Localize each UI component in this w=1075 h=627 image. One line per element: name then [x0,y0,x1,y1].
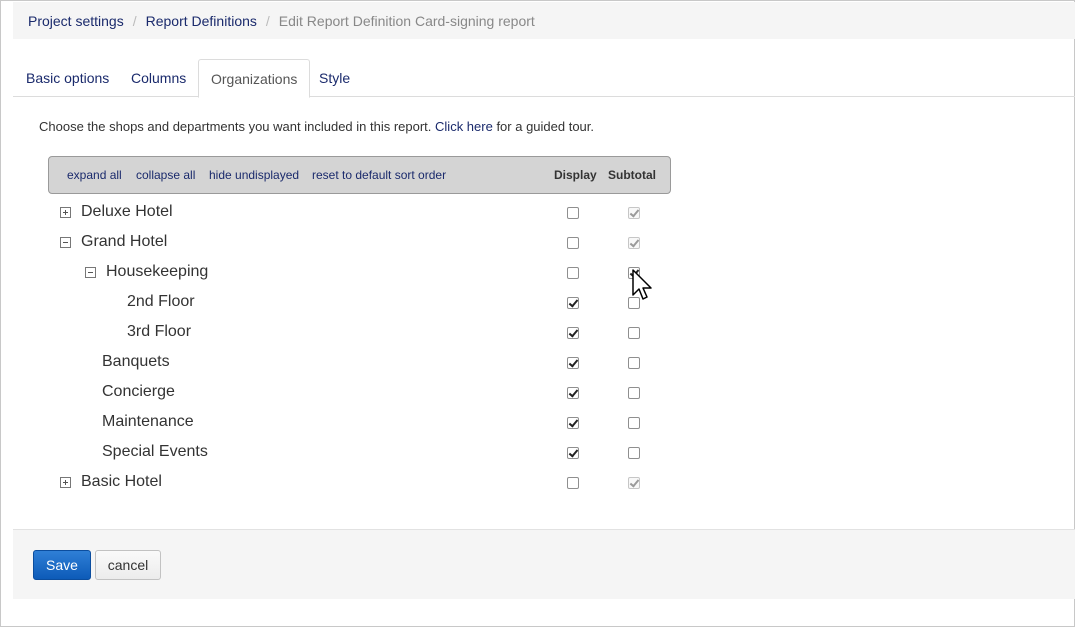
expand-all-link[interactable]: expand all [67,168,122,182]
subtotal-checkbox[interactable] [628,387,640,399]
display-column-header: Display [554,168,597,182]
subtotal-checkbox [628,237,640,249]
display-checkbox[interactable] [567,357,579,369]
breadcrumb-report-definitions[interactable]: Report Definitions [146,13,257,29]
tree-toolbar: expand all collapse all hide undisplayed… [48,156,671,194]
tree-node-label: Housekeeping [106,263,209,280]
tree-node-label: Concierge [102,383,175,400]
cancel-button[interactable]: cancel [95,550,161,580]
reset-sort-order-link[interactable]: reset to default sort order [312,168,446,182]
display-checkbox[interactable] [567,387,579,399]
display-checkbox[interactable] [567,207,579,219]
breadcrumb-separator: / [132,12,137,29]
tree-row: Banquets [1,349,701,379]
subtotal-checkbox [628,207,640,219]
tree-row: Maintenance [1,409,701,439]
collapse-node-icon[interactable] [85,267,96,278]
subtotal-checkbox[interactable] [628,357,640,369]
subtotal-checkbox [628,477,640,489]
tree-node-label: Special Events [102,443,208,460]
mouse-pointer-icon [632,269,652,300]
tree-node-label: Maintenance [102,413,194,430]
tab-organizations[interactable]: Organizations [198,59,311,98]
breadcrumb-current: Edit Report Definition Card-signing repo… [278,12,535,29]
display-checkbox[interactable] [567,327,579,339]
display-checkbox[interactable] [567,447,579,459]
tab-basic-options[interactable]: Basic options [26,59,109,97]
guided-tour-link[interactable]: Click here [435,119,493,134]
tree-node-label: Banquets [102,353,170,370]
save-button[interactable]: Save [33,550,91,580]
tree-row: Special Events [1,439,701,469]
tree-row: Deluxe Hotel [1,199,701,229]
collapse-all-link[interactable]: collapse all [136,168,195,182]
display-checkbox[interactable] [567,297,579,309]
form-footer: Save cancel [13,529,1075,599]
tree-node-label: Basic Hotel [81,473,162,490]
tree-row: Concierge [1,379,701,409]
tab-bar: Basic options Columns Organizations Styl… [13,59,1075,98]
breadcrumb-separator: / [265,12,270,29]
tree-row: Housekeeping [1,259,701,289]
breadcrumb-project-settings[interactable]: Project settings [28,13,124,29]
breadcrumb: Project settings / Report Definitions / … [13,2,1075,39]
subtotal-column-header: Subtotal [608,168,656,182]
tab-style[interactable]: Style [319,59,350,97]
tab-columns[interactable]: Columns [131,59,186,97]
display-checkbox[interactable] [567,267,579,279]
expand-node-icon[interactable] [60,477,71,488]
display-checkbox[interactable] [567,417,579,429]
intro-text-after: for a guided tour. [492,119,595,134]
tree-row: Basic Hotel [1,469,701,499]
hide-undisplayed-link[interactable]: hide undisplayed [209,168,299,182]
subtotal-checkbox[interactable] [628,447,640,459]
page-frame: Project settings / Report Definitions / … [0,0,1075,627]
tree-node-label: Grand Hotel [81,233,168,250]
tree-node-label: Deluxe Hotel [81,203,173,220]
tree-row: 2nd Floor [1,289,701,319]
intro-text: Choose the shops and departments you wan… [39,119,594,134]
tree-row: Grand Hotel [1,229,701,259]
display-checkbox[interactable] [567,237,579,249]
tree-node-label: 3rd Floor [127,323,192,340]
collapse-node-icon[interactable] [60,237,71,248]
tree-node-label: 2nd Floor [127,293,195,310]
expand-node-icon[interactable] [60,207,71,218]
subtotal-checkbox[interactable] [628,327,640,339]
subtotal-checkbox[interactable] [628,417,640,429]
tree-row: 3rd Floor [1,319,701,349]
intro-text-before: Choose the shops and departments you wan… [39,119,436,134]
display-checkbox[interactable] [567,477,579,489]
